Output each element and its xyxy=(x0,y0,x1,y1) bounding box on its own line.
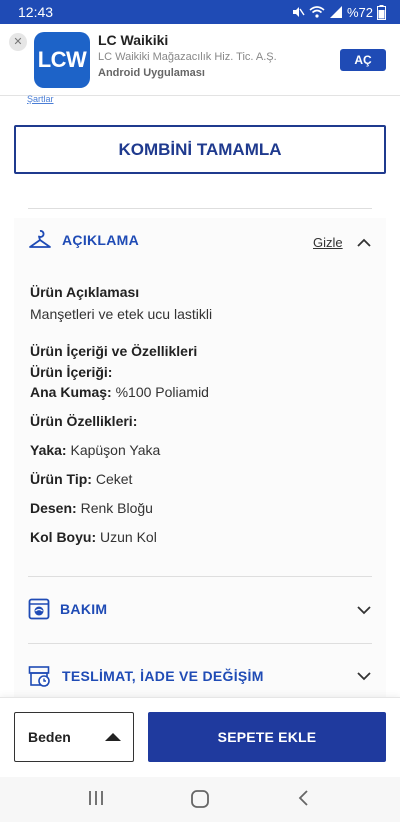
status-bar: 12:43 %72 xyxy=(0,0,400,24)
delivery-header[interactable]: TESLİMAT, İADE VE DEĞİŞİM xyxy=(28,664,264,688)
attribute-value: Renk Bloğu xyxy=(80,500,153,516)
attribute-value: Kapüşon Yaka xyxy=(70,442,161,458)
chevron-up-icon[interactable] xyxy=(356,237,372,247)
recent-apps-icon[interactable] xyxy=(87,789,105,807)
back-icon[interactable] xyxy=(296,789,312,807)
description-header[interactable]: AÇIKLAMA xyxy=(28,229,139,251)
content-heading: Ürün İçeriği: xyxy=(30,364,113,380)
attribute-key: Yaka: xyxy=(30,442,67,458)
material-row: Ana Kumaş: %100 Poliamid xyxy=(30,384,209,400)
attribute-value: Ceket xyxy=(95,471,133,487)
attribute-row: Yaka: Kapüşon Yaka xyxy=(30,442,160,458)
attribute-value: Uzun Kol xyxy=(100,529,157,545)
divider xyxy=(28,643,372,644)
add-to-cart-button[interactable]: SEPETE EKLE xyxy=(148,712,386,762)
terms-link[interactable]: Şartlar xyxy=(27,94,54,104)
caret-up-icon xyxy=(105,733,121,741)
attribute-key: Desen: xyxy=(30,500,77,516)
description-title: AÇIKLAMA xyxy=(62,232,140,248)
size-select[interactable]: Beden xyxy=(14,712,134,762)
delivery-title: TESLİMAT, İADE VE DEĞİŞİM xyxy=(62,668,264,684)
attribute-row: Ürün Tip: Ceket xyxy=(30,471,132,487)
app-name: LC Waikiki xyxy=(98,32,169,48)
chevron-down-icon[interactable] xyxy=(356,605,372,615)
battery-icon xyxy=(377,4,386,20)
system-nav-bar xyxy=(0,777,400,822)
wifi-icon xyxy=(309,6,325,18)
delivery-icon xyxy=(28,666,50,687)
battery-percent: %72 xyxy=(346,4,373,20)
features-heading: Ürün Özellikleri: xyxy=(30,413,138,429)
washing-machine-icon xyxy=(28,598,50,620)
product-description-heading: Ürün Açıklaması xyxy=(30,284,140,300)
complete-outfit-button[interactable]: KOMBİNİ TAMAMLA xyxy=(14,125,386,174)
home-icon[interactable] xyxy=(190,789,210,809)
hide-description-link[interactable]: Gizle xyxy=(313,235,343,250)
app-install-banner: ✕ LCW LC Waikiki LC Waikiki Mağazacılık … xyxy=(0,24,400,96)
size-label: Beden xyxy=(28,729,71,745)
care-title: BAKIM xyxy=(60,601,108,617)
app-type: Android Uygulaması xyxy=(98,67,205,79)
status-time: 12:43 xyxy=(18,4,54,20)
material-key: Ana Kumaş: xyxy=(30,384,112,400)
care-header[interactable]: BAKIM xyxy=(28,598,107,620)
product-description-text: Manşetleri ve etek ucu lastikli xyxy=(30,306,213,322)
app-logo: LCW xyxy=(34,32,90,88)
signal-icon xyxy=(329,6,342,18)
attribute-key: Kol Boyu: xyxy=(30,529,97,545)
material-value: %100 Poliamid xyxy=(115,384,209,400)
chevron-down-icon[interactable] xyxy=(356,671,372,681)
divider xyxy=(28,208,372,209)
attribute-key: Ürün Tip: xyxy=(30,471,92,487)
content-features-heading: Ürün İçeriği ve Özellikleri xyxy=(30,343,198,359)
hanger-icon xyxy=(29,230,51,248)
attribute-row: Desen: Renk Bloğu xyxy=(30,500,153,516)
attribute-row: Kol Boyu: Uzun Kol xyxy=(30,529,157,545)
app-company: LC Waikiki Mağazacılık Hiz. Tic. A.Ş. xyxy=(98,51,277,63)
divider xyxy=(28,576,372,577)
purchase-bar: Beden SEPETE EKLE xyxy=(0,697,400,777)
close-icon[interactable]: ✕ xyxy=(9,33,27,51)
open-app-button[interactable]: AÇ xyxy=(340,49,386,71)
status-icons: %72 xyxy=(291,4,386,20)
mute-icon xyxy=(292,7,305,17)
